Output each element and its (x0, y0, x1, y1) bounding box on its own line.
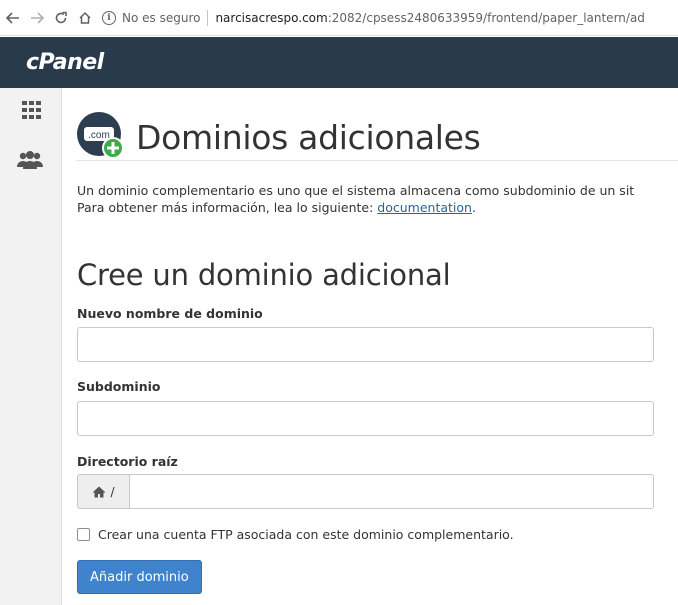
title-divider (76, 160, 678, 161)
docroot-input[interactable] (129, 474, 654, 509)
docroot-label: Directorio raíz (77, 454, 178, 469)
reload-icon[interactable] (50, 7, 72, 29)
home-icon[interactable] (74, 7, 96, 29)
browser-toolbar: i No es seguro narcisacrespo.com:2082/cp… (0, 0, 678, 36)
new-domain-input[interactable] (77, 327, 654, 362)
page-description: Un dominio complementario es uno que el … (77, 182, 634, 216)
description-prefix: Para obtener más información, lea lo sig… (77, 200, 378, 215)
address-divider (207, 9, 209, 26)
add-domain-button[interactable]: Añadir dominio (77, 560, 202, 594)
url-path: :2082/cpsess2480633959/frontend/paper_la… (327, 10, 645, 25)
cpanel-logo[interactable]: cPanel (26, 50, 104, 75)
home-folder-icon (92, 486, 106, 498)
forward-arrow-icon[interactable] (26, 7, 48, 29)
new-domain-label: Nuevo nombre de dominio (77, 306, 263, 321)
security-status: No es seguro (122, 10, 201, 25)
grid-icon[interactable] (22, 101, 41, 123)
description-suffix: . (471, 200, 476, 215)
ftp-checkbox-label[interactable]: Crear una cuenta FTP asociada con este d… (98, 527, 514, 542)
section-title: Cree un dominio adicional (77, 258, 451, 292)
ftp-checkbox[interactable] (77, 528, 90, 541)
sidebar (0, 88, 62, 605)
subdomain-label: Subdominio (77, 379, 161, 394)
address-bar[interactable]: i No es seguro narcisacrespo.com:2082/cp… (102, 9, 645, 26)
page-header: .com Dominios adicionales (76, 110, 481, 164)
docroot-prefix: / (77, 474, 129, 509)
addon-domains-icon: .com (76, 110, 126, 164)
description-line-1: Un dominio complementario es uno que el … (77, 183, 635, 198)
description-line-2: Para obtener más información, lea lo sig… (77, 199, 634, 216)
back-arrow-icon[interactable] (2, 7, 24, 29)
users-icon[interactable] (17, 150, 43, 174)
url-text: narcisacrespo.com:2082/cpsess2480633959/… (215, 11, 644, 25)
url-host: narcisacrespo.com (215, 10, 328, 25)
info-icon[interactable]: i (102, 10, 116, 25)
page-title: Dominios adicionales (136, 117, 481, 157)
cpanel-header: cPanel (0, 37, 678, 88)
docroot-prefix-slash: / (110, 484, 115, 499)
subdomain-input[interactable] (77, 401, 654, 436)
documentation-link[interactable]: documentation (377, 200, 472, 215)
ftp-option: Crear una cuenta FTP asociada con este d… (77, 527, 514, 542)
main-content: .com Dominios adicionales Un dominio com… (62, 88, 678, 605)
